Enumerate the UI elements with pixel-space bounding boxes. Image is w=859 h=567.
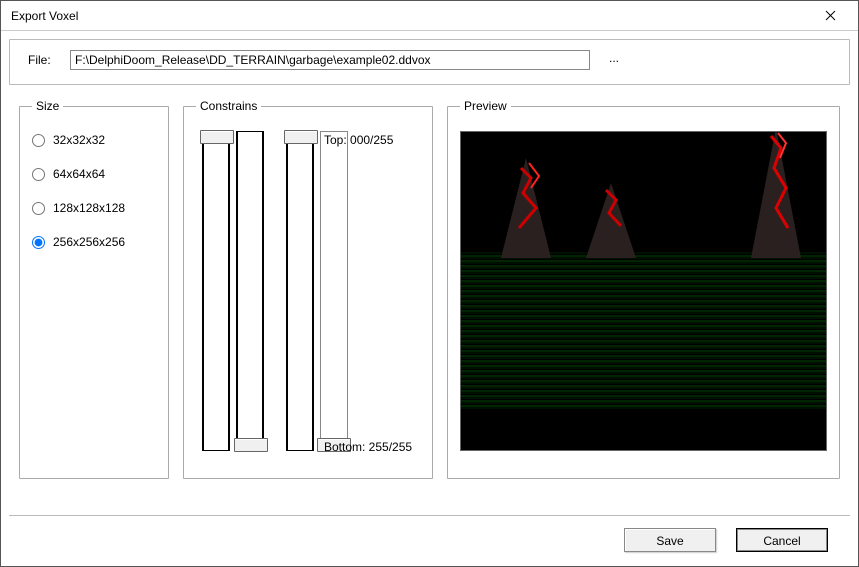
terrain-bottom: [461, 410, 826, 450]
size-legend: Size: [32, 99, 63, 113]
file-label: File:: [28, 53, 58, 67]
titlebar: Export Voxel: [1, 1, 858, 31]
browse-button[interactable]: ...: [602, 50, 626, 70]
size-option-128[interactable]: 128x128x128: [32, 201, 156, 215]
size-radio-256[interactable]: [32, 236, 45, 249]
slider-knob-3[interactable]: [284, 130, 318, 144]
size-label-32: 32x32x32: [53, 133, 105, 147]
slider-track-2[interactable]: [236, 131, 264, 451]
cancel-button[interactable]: Cancel: [736, 528, 828, 552]
slider-track-1[interactable]: [202, 131, 230, 451]
size-radio-128[interactable]: [32, 202, 45, 215]
terrain-peak-1: [491, 158, 561, 258]
size-label-64: 64x64x64: [53, 167, 105, 181]
preview-canvas: [460, 131, 827, 451]
constrains-legend: Constrains: [196, 99, 261, 113]
close-button[interactable]: [810, 2, 850, 30]
terrain-ground: [461, 252, 826, 410]
preview-group: Preview: [447, 99, 840, 479]
slider-track-4[interactable]: [320, 131, 348, 451]
size-radio-64[interactable]: [32, 168, 45, 181]
size-option-64[interactable]: 64x64x64: [32, 167, 156, 181]
preview-legend: Preview: [460, 99, 511, 113]
terrain-peak-3: [746, 131, 806, 258]
save-button[interactable]: Save: [624, 528, 716, 552]
close-icon: [825, 10, 836, 21]
size-radio-list: 32x32x32 64x64x64 128x128x128 256x256x25…: [32, 133, 156, 249]
constrains-bottom-label: Bottom: 255/255: [324, 440, 412, 454]
slider-knob-1[interactable]: [200, 130, 234, 144]
terrain-peak-2: [581, 178, 641, 258]
sliders-wrap: [202, 131, 420, 451]
slider-track-3[interactable]: [286, 131, 314, 451]
size-label-256: 256x256x256: [53, 235, 125, 249]
constrains-group: Constrains Top: 000/255 Bottom: 255/255: [183, 99, 433, 479]
file-path-input[interactable]: [70, 50, 590, 70]
file-row: File: ...: [9, 39, 850, 85]
size-option-32[interactable]: 32x32x32: [32, 133, 156, 147]
content-row: Size 32x32x32 64x64x64 128x128x128 256x2…: [1, 85, 858, 515]
constrains-top-label: Top: 000/255: [324, 133, 393, 147]
button-row: Save Cancel: [9, 515, 850, 566]
size-label-128: 128x128x128: [53, 201, 125, 215]
slider-knob-2[interactable]: [234, 438, 268, 452]
size-option-256[interactable]: 256x256x256: [32, 235, 156, 249]
window-title: Export Voxel: [11, 9, 78, 23]
size-radio-32[interactable]: [32, 134, 45, 147]
export-voxel-window: Export Voxel File: ... Size 32x32x32 64x…: [0, 0, 859, 567]
size-group: Size 32x32x32 64x64x64 128x128x128 256x2…: [19, 99, 169, 479]
